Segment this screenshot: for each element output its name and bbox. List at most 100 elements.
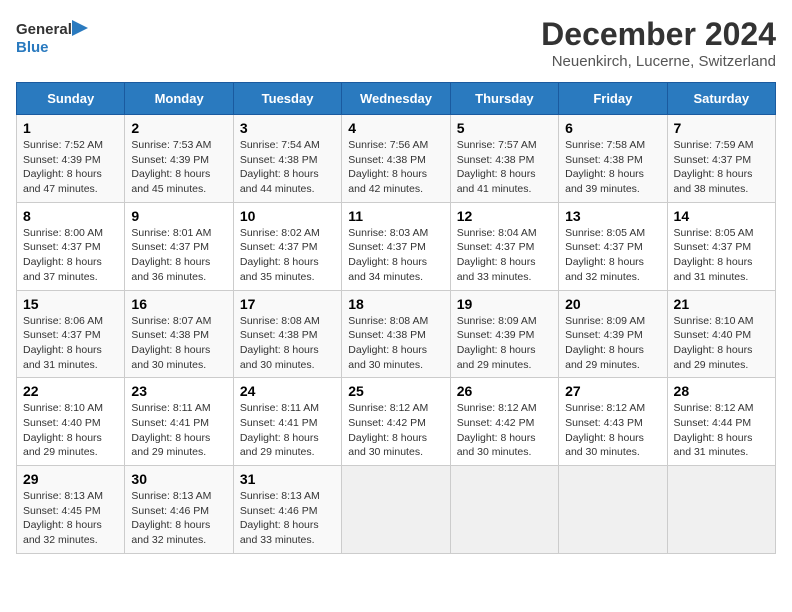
- calendar-cell: [667, 466, 775, 554]
- day-info: Sunrise: 7:53 AMSunset: 4:39 PMDaylight:…: [131, 139, 211, 195]
- calendar-cell: 24 Sunrise: 8:11 AMSunset: 4:41 PMDayligh…: [233, 378, 341, 466]
- day-number: 13: [565, 208, 660, 224]
- week-row-4: 22 Sunrise: 8:10 AMSunset: 4:40 PMDayligh…: [17, 378, 776, 466]
- calendar-cell: 21Sunrise: 8:10 AMSunset: 4:40 PMDayligh…: [667, 290, 775, 378]
- calendar-cell: 23 Sunrise: 8:11 AMSunset: 4:41 PMDayligh…: [125, 378, 233, 466]
- calendar-cell: 25Sunrise: 8:12 AMSunset: 4:42 PMDayligh…: [342, 378, 450, 466]
- day-number: 26: [457, 383, 552, 399]
- day-info: Sunrise: 8:09 AMSunset: 4:39 PMDaylight:…: [565, 315, 645, 371]
- calendar-cell: 22 Sunrise: 8:10 AMSunset: 4:40 PMDayligh…: [17, 378, 125, 466]
- day-number: 30: [131, 471, 226, 487]
- calendar-cell: 12 Sunrise: 8:04 AMSunset: 4:37 PMDayligh…: [450, 202, 558, 290]
- calendar-cell: 19Sunrise: 8:09 AMSunset: 4:39 PMDayligh…: [450, 290, 558, 378]
- day-info: Sunrise: 8:02 AMSunset: 4:37 PMDaylight:…: [240, 227, 320, 283]
- day-info: Sunrise: 7:52 AMSunset: 4:39 PMDaylight:…: [23, 139, 103, 195]
- day-number: 29: [23, 471, 118, 487]
- calendar-cell: 20 Sunrise: 8:09 AMSunset: 4:39 PMDayligh…: [559, 290, 667, 378]
- calendar-cell: 6 Sunrise: 7:58 AMSunset: 4:38 PMDaylight…: [559, 115, 667, 203]
- week-row-3: 15 Sunrise: 8:06 AMSunset: 4:37 PMDayligh…: [17, 290, 776, 378]
- week-row-2: 8 Sunrise: 8:00 AMSunset: 4:37 PMDaylight…: [17, 202, 776, 290]
- main-title: December 2024: [541, 16, 776, 53]
- day-number: 20: [565, 296, 660, 312]
- calendar-cell: 4 Sunrise: 7:56 AMSunset: 4:38 PMDaylight…: [342, 115, 450, 203]
- day-number: 17: [240, 296, 335, 312]
- day-info: Sunrise: 8:11 AMSunset: 4:41 PMDaylight:…: [131, 402, 210, 458]
- day-number: 14: [674, 208, 769, 224]
- day-info: Sunrise: 8:11 AMSunset: 4:41 PMDaylight:…: [240, 402, 319, 458]
- day-info: Sunrise: 8:13 AMSunset: 4:46 PMDaylight:…: [240, 490, 320, 546]
- day-number: 25: [348, 383, 443, 399]
- calendar-cell: 29 Sunrise: 8:13 AMSunset: 4:45 PMDayligh…: [17, 466, 125, 554]
- day-info: Sunrise: 7:54 AMSunset: 4:38 PMDaylight:…: [240, 139, 320, 195]
- day-info: Sunrise: 8:13 AMSunset: 4:45 PMDaylight:…: [23, 490, 103, 546]
- day-number: 9: [131, 208, 226, 224]
- calendar-header-row: SundayMondayTuesdayWednesdayThursdayFrid…: [17, 83, 776, 115]
- day-info: Sunrise: 7:59 AMSunset: 4:37 PMDaylight:…: [674, 139, 754, 195]
- logo-svg: General Blue: [16, 16, 96, 61]
- calendar-cell: 9Sunrise: 8:01 AMSunset: 4:37 PMDaylight…: [125, 202, 233, 290]
- day-number: 5: [457, 120, 552, 136]
- day-number: 15: [23, 296, 118, 312]
- day-info: Sunrise: 8:03 AMSunset: 4:37 PMDaylight:…: [348, 227, 428, 283]
- calendar-cell: 28Sunrise: 8:12 AMSunset: 4:44 PMDayligh…: [667, 378, 775, 466]
- calendar-cell: 11 Sunrise: 8:03 AMSunset: 4:37 PMDayligh…: [342, 202, 450, 290]
- page-header: General Blue December 2024 Neuenkirch, L…: [16, 16, 776, 70]
- day-info: Sunrise: 8:12 AMSunset: 4:43 PMDaylight:…: [565, 402, 645, 458]
- svg-text:General: General: [16, 21, 72, 38]
- day-number: 8: [23, 208, 118, 224]
- header-sunday: Sunday: [17, 83, 125, 115]
- day-number: 16: [131, 296, 226, 312]
- calendar-cell: 16Sunrise: 8:07 AMSunset: 4:38 PMDayligh…: [125, 290, 233, 378]
- day-number: 1: [23, 120, 118, 136]
- day-info: Sunrise: 7:56 AMSunset: 4:38 PMDaylight:…: [348, 139, 428, 195]
- logo: General Blue: [16, 16, 96, 61]
- day-info: Sunrise: 7:58 AMSunset: 4:38 PMDaylight:…: [565, 139, 645, 195]
- calendar-cell: [559, 466, 667, 554]
- day-number: 3: [240, 120, 335, 136]
- calendar-cell: [450, 466, 558, 554]
- calendar-cell: 18Sunrise: 8:08 AMSunset: 4:38 PMDayligh…: [342, 290, 450, 378]
- calendar-cell: 13Sunrise: 8:05 AMSunset: 4:37 PMDayligh…: [559, 202, 667, 290]
- calendar-cell: 7Sunrise: 7:59 AMSunset: 4:37 PMDaylight…: [667, 115, 775, 203]
- calendar-cell: [342, 466, 450, 554]
- day-number: 21: [674, 296, 769, 312]
- day-number: 23: [131, 383, 226, 399]
- calendar-cell: 31 Sunrise: 8:13 AMSunset: 4:46 PMDayligh…: [233, 466, 341, 554]
- calendar-cell: 5 Sunrise: 7:57 AMSunset: 4:38 PMDaylight…: [450, 115, 558, 203]
- day-info: Sunrise: 8:13 AMSunset: 4:46 PMDaylight:…: [131, 490, 211, 546]
- day-info: Sunrise: 8:10 AMSunset: 4:40 PMDaylight:…: [23, 402, 103, 458]
- calendar-cell: 1 Sunrise: 7:52 AMSunset: 4:39 PMDaylight…: [17, 115, 125, 203]
- day-number: 4: [348, 120, 443, 136]
- calendar-cell: 14 Sunrise: 8:05 AMSunset: 4:37 PMDayligh…: [667, 202, 775, 290]
- day-info: Sunrise: 8:00 AMSunset: 4:37 PMDaylight:…: [23, 227, 103, 283]
- day-number: 6: [565, 120, 660, 136]
- day-number: 27: [565, 383, 660, 399]
- calendar-cell: 17Sunrise: 8:08 AMSunset: 4:38 PMDayligh…: [233, 290, 341, 378]
- day-number: 28: [674, 383, 769, 399]
- calendar-cell: 30 Sunrise: 8:13 AMSunset: 4:46 PMDayligh…: [125, 466, 233, 554]
- header-thursday: Thursday: [450, 83, 558, 115]
- week-row-5: 29 Sunrise: 8:13 AMSunset: 4:45 PMDayligh…: [17, 466, 776, 554]
- day-number: 12: [457, 208, 552, 224]
- svg-text:Blue: Blue: [16, 39, 49, 56]
- calendar-table: SundayMondayTuesdayWednesdayThursdayFrid…: [16, 82, 776, 554]
- header-saturday: Saturday: [667, 83, 775, 115]
- day-info: Sunrise: 8:04 AMSunset: 4:37 PMDaylight:…: [457, 227, 537, 283]
- calendar-cell: 8 Sunrise: 8:00 AMSunset: 4:37 PMDaylight…: [17, 202, 125, 290]
- day-number: 11: [348, 208, 443, 224]
- calendar-cell: 15 Sunrise: 8:06 AMSunset: 4:37 PMDayligh…: [17, 290, 125, 378]
- day-number: 22: [23, 383, 118, 399]
- day-info: Sunrise: 8:06 AMSunset: 4:37 PMDaylight:…: [23, 315, 103, 371]
- calendar-cell: 10Sunrise: 8:02 AMSunset: 4:37 PMDayligh…: [233, 202, 341, 290]
- day-number: 31: [240, 471, 335, 487]
- title-area: December 2024 Neuenkirch, Lucerne, Switz…: [541, 16, 776, 70]
- day-number: 2: [131, 120, 226, 136]
- header-friday: Friday: [559, 83, 667, 115]
- day-number: 24: [240, 383, 335, 399]
- day-info: Sunrise: 8:05 AMSunset: 4:37 PMDaylight:…: [674, 227, 754, 283]
- calendar-cell: 27 Sunrise: 8:12 AMSunset: 4:43 PMDayligh…: [559, 378, 667, 466]
- header-wednesday: Wednesday: [342, 83, 450, 115]
- header-monday: Monday: [125, 83, 233, 115]
- day-info: Sunrise: 8:09 AMSunset: 4:39 PMDaylight:…: [457, 315, 537, 371]
- day-info: Sunrise: 7:57 AMSunset: 4:38 PMDaylight:…: [457, 139, 537, 195]
